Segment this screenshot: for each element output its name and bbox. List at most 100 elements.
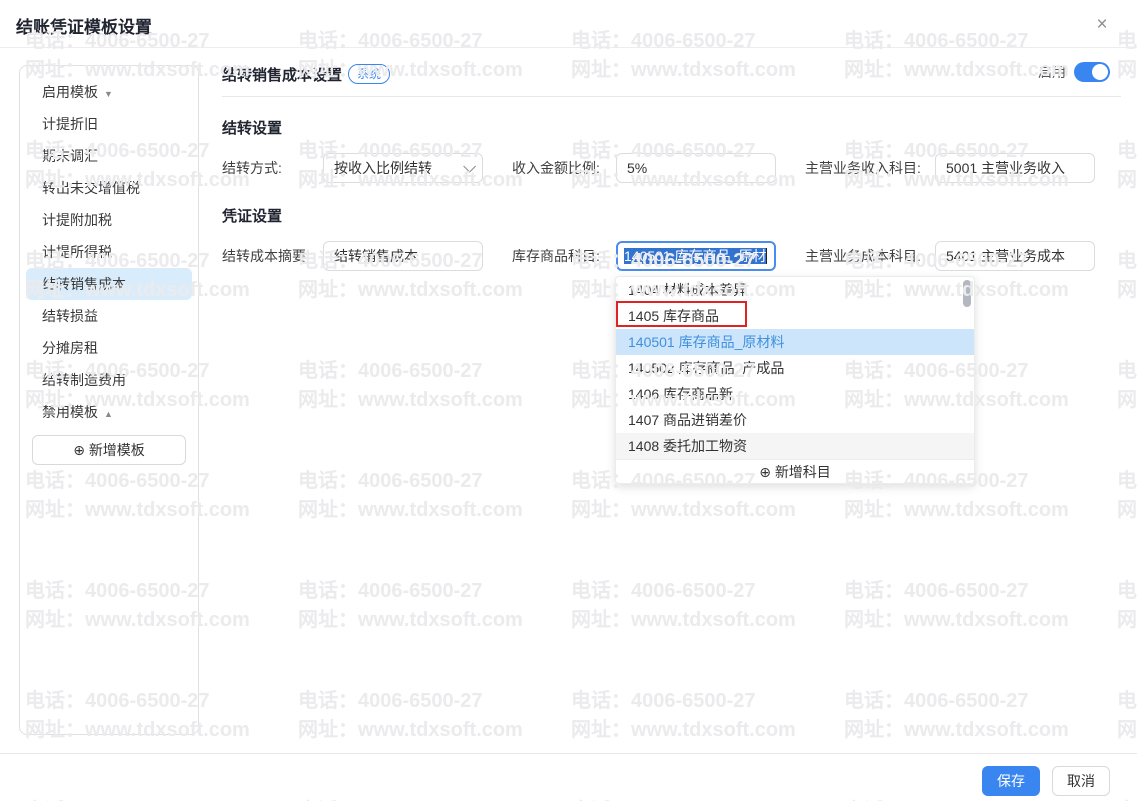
sidebar-item-cogs-transfer[interactable]: 结转销售成本 (26, 268, 192, 300)
sidebar-item-surtax[interactable]: 计提附加税 (26, 204, 192, 236)
dropdown-item-140502[interactable]: 140502 库存商品_产成品 (616, 355, 974, 381)
new-account-label: 新增科目 (775, 464, 831, 480)
field-inventory-account: 库存商品科目: 140501 库存商品_原材 (512, 241, 776, 271)
watermark-text: 网址：www.tdxsoft.com (298, 713, 523, 742)
watermark-text: 电话：4006-6500-27 (1117, 244, 1137, 273)
enable-toggle[interactable] (1074, 62, 1110, 82)
field-label: 库存商品科目: (512, 246, 616, 266)
watermark-text: 电话：4006-6500-27 (298, 464, 483, 493)
enable-label: 启用 (1038, 62, 1066, 82)
chevron-down-icon (463, 160, 476, 173)
sidebar-item-income-tax[interactable]: 计提所得税 (26, 236, 192, 268)
watermark-text: 网址：www.tdxsoft.com (298, 493, 523, 522)
watermark-text: 网址：www.tdxsoft.com (844, 493, 1069, 522)
sidebar-item-label: 转出未交增值税 (42, 180, 140, 196)
watermark-text: 电话：4006-6500-27 (298, 684, 483, 713)
income-ratio-input[interactable]: 5% (616, 153, 776, 183)
field-income-ratio: 收入金额比例: 5% (512, 153, 776, 183)
watermark-text: 网址：www.tdxsoft.com (298, 273, 523, 302)
sidebar-item-label: 计提附加税 (42, 212, 112, 228)
sidebar-item-label: 启用模板 (42, 84, 98, 100)
watermark-text: 网址：www.tdxsoft.com (844, 713, 1069, 742)
new-account-button[interactable]: ⊕ 新增科目 (616, 459, 974, 484)
watermark-text: 电话：4006-6500-27 (844, 684, 1029, 713)
template-list: 启用模板 ▼ 计提折旧 期末调汇 转出未交增值税 计提附加税 计提所得税 结转销售… (20, 76, 198, 428)
watermark-text: 网址：www.tdxsoft.com (1117, 163, 1137, 192)
selected-text: 140501 库存商品_原材 (624, 248, 766, 264)
watermark-text: 网址：www.tdxsoft.com (1117, 273, 1137, 302)
system-badge: 系统 (348, 64, 390, 84)
sidebar-item-mfg-overhead[interactable]: 结转制造费用 (26, 364, 192, 396)
watermark-text: 电话：4006-6500-27 (571, 684, 756, 713)
watermark-text: 电话：4006-6500-27 (1117, 354, 1137, 383)
watermark-text: 电话：4006-6500-27 (298, 574, 483, 603)
sidebar-item-label: 计提所得税 (42, 244, 112, 260)
sidebar-item-rent-allocation[interactable]: 分摊房租 (26, 332, 192, 364)
watermark-text: 网址：www.tdxsoft.com (571, 493, 796, 522)
sidebar-item-depreciation[interactable]: 计提折旧 (26, 108, 192, 140)
inventory-account-input[interactable]: 140501 库存商品_原材 (616, 241, 776, 271)
dialog-header (0, 0, 1137, 48)
toggle-knob (1092, 64, 1108, 80)
transfer-method-select[interactable]: 按收入比例结转 (323, 153, 483, 183)
field-label: 主营业务成本科目: (805, 246, 935, 266)
collapse-arrow-icon: ▼ (104, 89, 113, 99)
sidebar-item-vat-transfer[interactable]: 转出未交增值税 (26, 172, 192, 204)
watermark-text: 网址：www.tdxsoft.com (1117, 603, 1137, 632)
watermark-text: 网址：www.tdxsoft.com (1117, 53, 1137, 82)
watermark-text: 电话：4006-6500-27 (1117, 684, 1137, 713)
watermark-text: 网址：www.tdxsoft.com (298, 603, 523, 632)
cost-summary-input[interactable]: 结转销售成本 (323, 241, 483, 271)
sidebar-group-disabled-templates[interactable]: 禁用模板▲ (26, 396, 192, 428)
sidebar-item-label: 计提折旧 (42, 116, 98, 132)
watermark-text: 网址：www.tdxsoft.com (571, 713, 796, 742)
save-button[interactable]: 保存 (982, 766, 1040, 796)
watermark-text: 电话：4006-6500-27 (1117, 464, 1137, 493)
field-label: 结转成本摘要: (222, 246, 323, 266)
closing-voucher-template-dialog: { "dialog": { "title": "结账凭证模板设置", "clos… (0, 0, 1137, 801)
field-label: 收入金额比例: (512, 158, 616, 178)
watermark-text: 网址：www.tdxsoft.com (1117, 713, 1137, 742)
close-icon[interactable]: × (1090, 13, 1114, 37)
sidebar-group-enabled-templates[interactable]: 启用模板 ▼ (26, 76, 192, 108)
field-revenue-account: 主营业务收入科目: 5001 主营业务收入 (805, 153, 1095, 183)
dialog-title: 结账凭证模板设置 (16, 13, 152, 38)
dropdown-item-1408[interactable]: 1408 委托加工物资 (616, 433, 974, 459)
new-template-button[interactable]: ⊕ 新增模板 (32, 435, 186, 465)
dropdown-scrollbar-thumb[interactable] (963, 280, 971, 307)
field-cogs-account: 主营业务成本科目: 5401 主营业务成本 (805, 241, 1095, 271)
field-cost-summary: 结转成本摘要: 结转销售成本 (222, 241, 483, 271)
watermark-text: 网址：www.tdxsoft.com (298, 383, 523, 412)
sidebar-item-label: 禁用模板 (42, 404, 98, 420)
cogs-account-input[interactable]: 5401 主营业务成本 (935, 241, 1095, 271)
sidebar-item-label: 结转损益 (42, 308, 98, 324)
account-dropdown: 1404 材料成本差异 1405 库存商品 140501 库存商品_原材料 14… (615, 276, 975, 484)
field-transfer-method: 结转方式: 按收入比例结转 (222, 153, 483, 183)
plus-circle-icon: ⊕ (759, 464, 771, 480)
dropdown-item-140501[interactable]: 140501 库存商品_原材料 (616, 329, 974, 355)
watermark-text: 电话：4006-6500-27 (298, 354, 483, 383)
dropdown-item-1404[interactable]: 1404 材料成本差异 (616, 277, 974, 303)
section-title-voucher-settings: 凭证设置 (222, 205, 282, 226)
plus-circle-icon: ⊕ (73, 442, 85, 458)
watermark-text: 电话：4006-6500-27 (844, 574, 1029, 603)
watermark-text: 电话：4006-6500-27 (1117, 134, 1137, 163)
section-title-transfer-settings: 结转设置 (222, 117, 282, 138)
dialog-footer: 保存 取消 (0, 753, 1137, 801)
watermark-text: 电话：4006-6500-27 (1117, 574, 1137, 603)
dropdown-item-1407[interactable]: 1407 商品进销差价 (616, 407, 974, 433)
watermark-text: 网址：www.tdxsoft.com (571, 603, 796, 632)
field-label: 主营业务收入科目: (805, 158, 935, 178)
dropdown-item-1405[interactable]: 1405 库存商品 (616, 303, 974, 329)
page-title: 结转销售成本设置 (222, 64, 342, 85)
sidebar-item-label: 期末调汇 (42, 148, 98, 164)
revenue-account-input[interactable]: 5001 主营业务收入 (935, 153, 1095, 183)
watermark-text: 电话：4006-6500-27 (571, 574, 756, 603)
sidebar-item-pl-transfer[interactable]: 结转损益 (26, 300, 192, 332)
sidebar-item-fx-adjustment[interactable]: 期末调汇 (26, 140, 192, 172)
dropdown-item-1406[interactable]: 1406 库存商品新 (616, 381, 974, 407)
heading-divider (222, 96, 1121, 97)
text-caret (766, 248, 767, 264)
cancel-button[interactable]: 取消 (1052, 766, 1110, 796)
watermark-text: 网址：www.tdxsoft.com (1117, 493, 1137, 522)
